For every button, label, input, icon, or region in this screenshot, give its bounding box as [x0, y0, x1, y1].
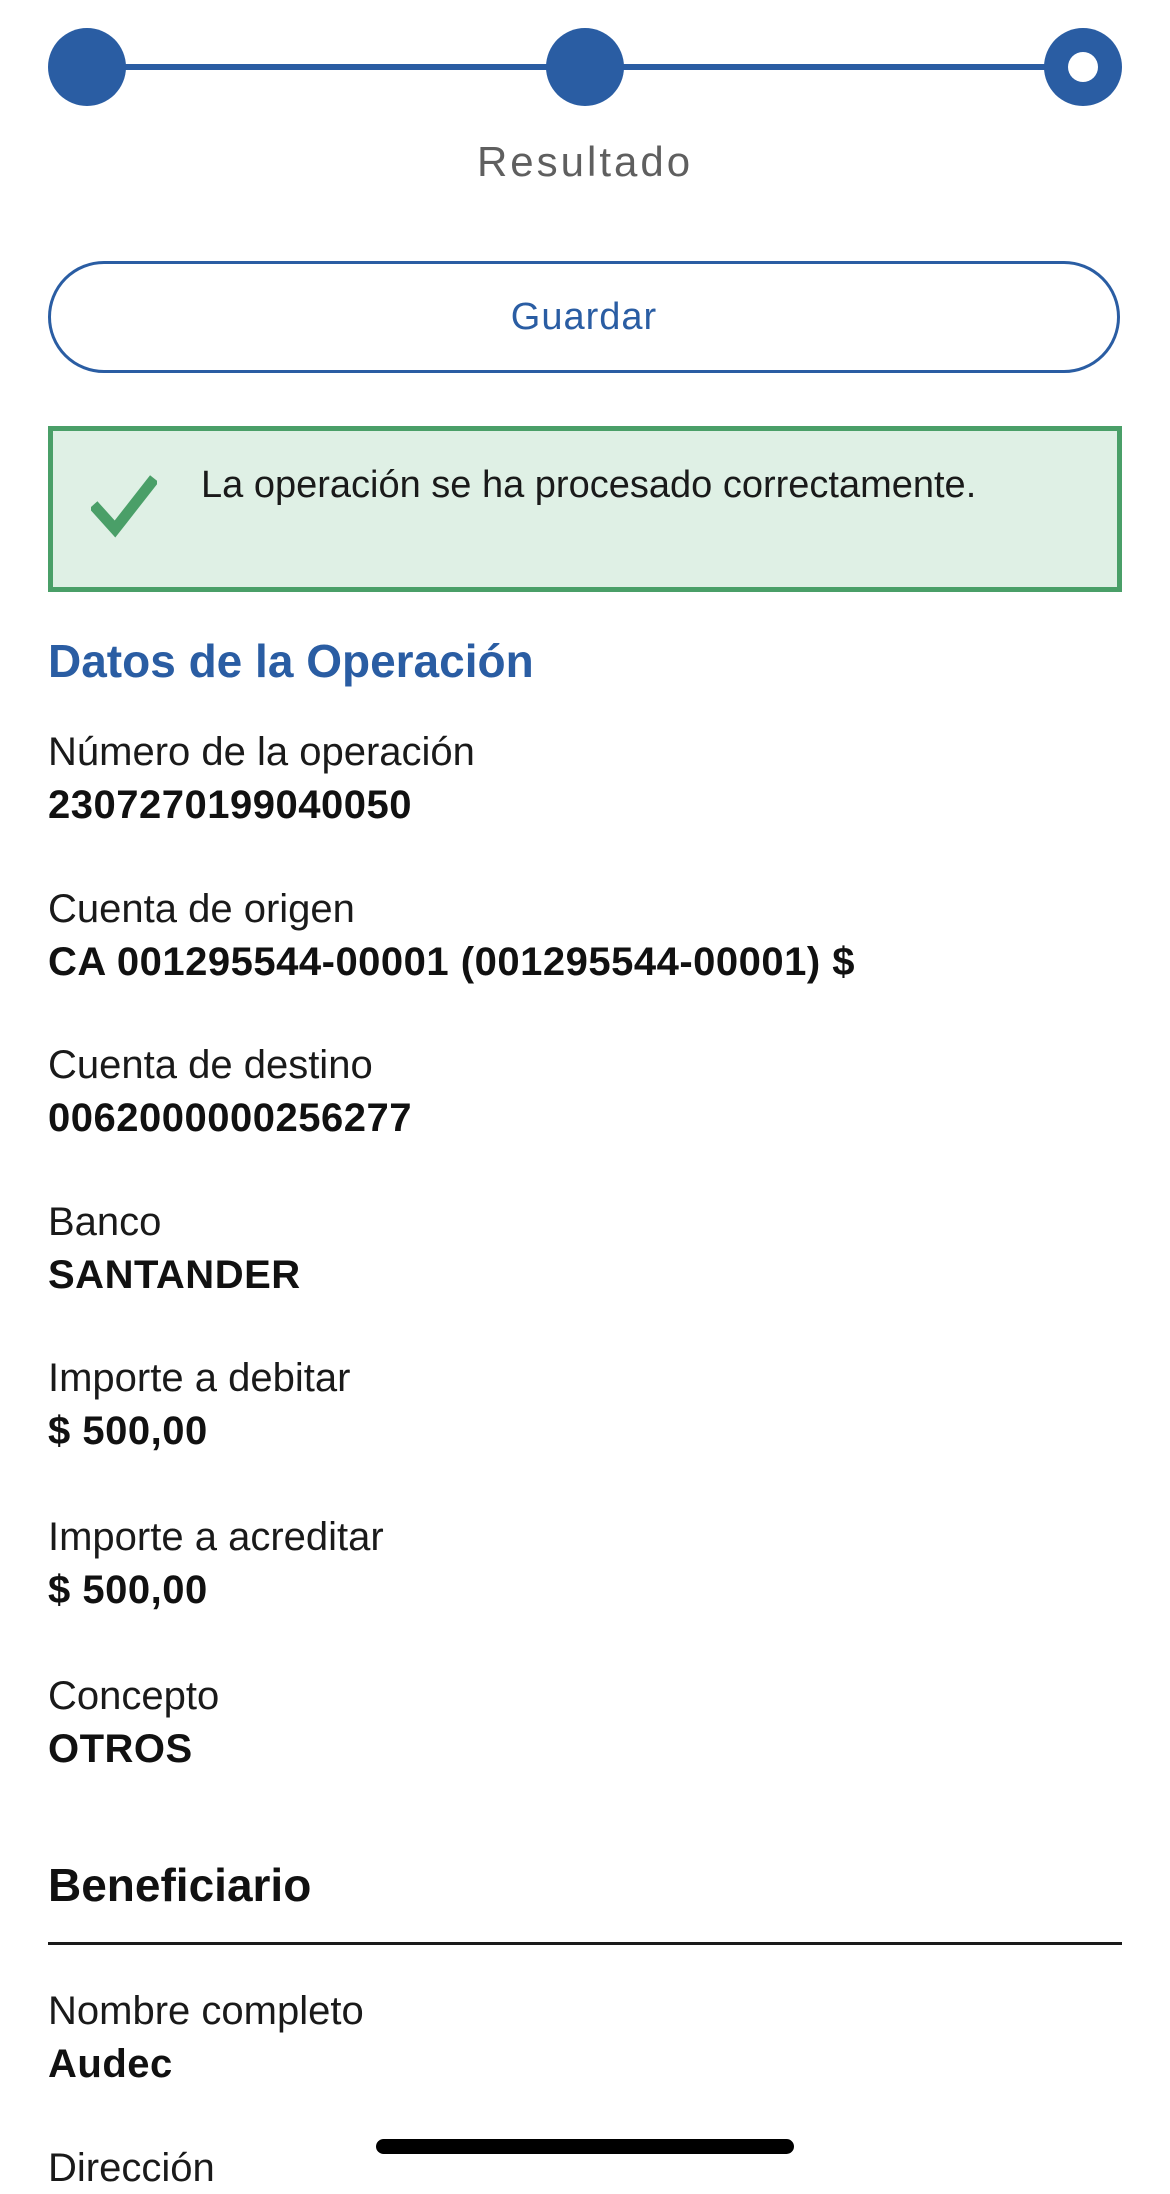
field-label: Número de la operación: [48, 730, 475, 774]
field-destination-account: Cuenta de destino 0062000000256277: [48, 1039, 1122, 1145]
home-indicator[interactable]: [376, 2139, 794, 2154]
section-divider: [48, 1942, 1122, 1945]
field-operation-number: Número de la operación 2307270199040050: [48, 726, 1122, 832]
step-2-completed: [546, 28, 624, 106]
stepper-connector: [585, 64, 1083, 70]
alert-message: La operación se ha procesado correctamen…: [201, 464, 977, 506]
field-value: $ 500,00: [48, 1568, 208, 1612]
field-label: Nombre completo: [48, 1989, 364, 2033]
field-value: 2307270199040050: [48, 783, 412, 827]
stepper-connector: [87, 64, 585, 70]
field-label: Importe a acreditar: [48, 1515, 384, 1559]
field-value: Audec: [48, 2042, 173, 2086]
check-icon: [91, 475, 157, 538]
field-value: $ 500,00: [48, 1409, 208, 1453]
current-step-marker: [1068, 52, 1098, 82]
step-1-completed: [48, 28, 126, 106]
field-label: Importe a debitar: [48, 1356, 351, 1400]
success-alert: La operación se ha procesado correctamen…: [48, 426, 1122, 592]
step-3-current: [1044, 28, 1122, 106]
field-value: 0062000000256277: [48, 1096, 412, 1140]
operation-section-title: Datos de la Operación: [48, 635, 534, 687]
field-label: Cuenta de origen: [48, 887, 355, 931]
field-bank: Banco SANTANDER: [48, 1196, 1122, 1302]
field-label: Concepto: [48, 1674, 220, 1718]
field-label: Banco: [48, 1200, 162, 1244]
field-origin-account: Cuenta de origen CA 001295544-00001 (001…: [48, 883, 1122, 989]
field-value: CA 001295544-00001 (001295544-00001) $: [48, 940, 856, 984]
field-value: SANTANDER: [48, 1253, 301, 1297]
field-credit-amount: Importe a acreditar $ 500,00: [48, 1511, 1122, 1617]
progress-stepper: [48, 28, 1122, 106]
field-concept: Concepto OTROS: [48, 1670, 1122, 1776]
step-label: Resultado: [476, 138, 694, 185]
field-label: Cuenta de destino: [48, 1043, 373, 1087]
field-debit-amount: Importe a debitar $ 500,00: [48, 1352, 1122, 1458]
field-full-name: Nombre completo Audec: [48, 1985, 1122, 2091]
field-value: OTROS: [48, 1727, 193, 1771]
save-button[interactable]: Guardar: [48, 261, 1120, 373]
beneficiary-section-title: Beneficiario: [48, 1859, 312, 1911]
